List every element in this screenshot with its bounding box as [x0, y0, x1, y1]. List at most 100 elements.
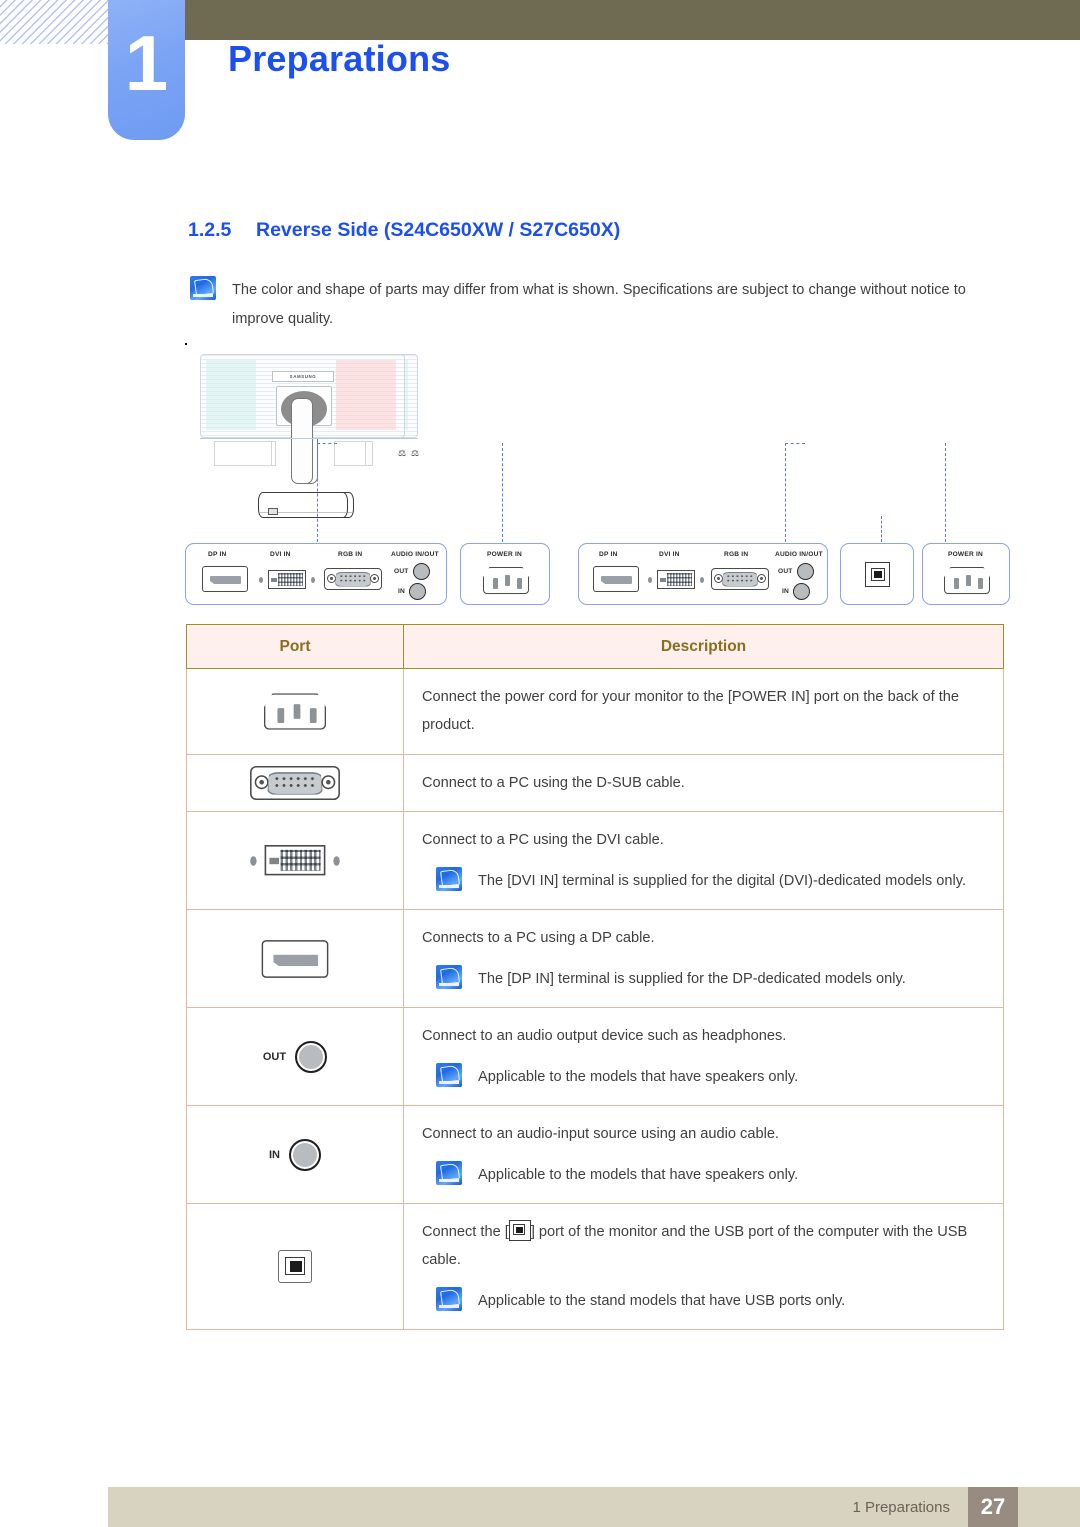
audio-in-jack-icon	[409, 583, 426, 600]
description-text: Connect to an audio-input source using a…	[422, 1126, 779, 1143]
rgb-dsub-port-icon	[250, 766, 340, 801]
dp-in-port-icon	[261, 939, 329, 978]
note-icon	[436, 964, 462, 989]
port-label-rgb-in: RGB IN	[338, 551, 363, 558]
note-text: Applicable to the models that have speak…	[478, 1068, 799, 1085]
column-header-description: Description	[403, 624, 1004, 669]
audio-out-sub-label: OUT	[778, 568, 793, 575]
port-cell	[186, 668, 404, 755]
dp-in-connector-icon	[202, 566, 248, 592]
usb-inline-icon	[508, 1219, 531, 1241]
audio-out-label: OUT	[262, 1050, 287, 1063]
port-label-dvi-in: DVI IN	[270, 551, 291, 558]
header-accent-bar	[185, 0, 1080, 40]
port-label-power-in: POWER IN	[948, 551, 983, 558]
note-icon	[436, 1286, 462, 1311]
note-text: The [DP IN] terminal is supplied for the…	[478, 970, 906, 987]
port-cell	[186, 811, 404, 911]
port-label-power-in: POWER IN	[487, 551, 522, 558]
audio-out-jack-icon	[295, 1040, 328, 1073]
document-page: 1 Preparations 1.2.5 Reverse Side (S24C6…	[0, 0, 1080, 1527]
description-note: Applicable to the models that have speak…	[422, 1062, 989, 1091]
dvi-in-connector-icon	[647, 568, 705, 592]
dvi-in-connector-icon	[258, 568, 316, 592]
table-row: Connect the power cord for your monitor …	[186, 668, 1004, 755]
section-title: Reverse Side (S24C650XW / S27C650X)	[256, 219, 621, 241]
description-text: Connect to an audio output device such a…	[422, 1028, 787, 1045]
decorative-hatch-pattern	[0, 0, 108, 44]
port-cell	[186, 753, 404, 813]
port-group-left-main: DP IN DVI IN RGB IN AUDIO IN/OUT OUT IN	[185, 543, 447, 605]
dp-in-connector-icon	[593, 566, 639, 592]
port-label-dp-in: DP IN	[208, 551, 227, 558]
reverse-side-diagrams: SAMSUNG ⚖ SAMSUNG ⚖	[185, 343, 1010, 613]
note-icon	[436, 1062, 462, 1087]
note-icon	[436, 866, 462, 891]
monitor-right-illustration: SAMSUNG ⚖	[185, 343, 406, 518]
description-note: The [DVI IN] terminal is supplied for th…	[422, 866, 989, 895]
port-group-right-main: DP IN DVI IN RGB IN AUDIO IN/OUT OUT IN	[578, 543, 828, 605]
section-number: 1.2.5	[188, 219, 232, 241]
description-cell: Connect to a PC using the DVI cable. The…	[403, 811, 1004, 911]
audio-in-label: IN	[269, 1148, 280, 1161]
port-label-dvi-in: DVI IN	[659, 551, 680, 558]
rgb-in-connector-icon	[711, 568, 769, 590]
port-cell	[186, 1202, 404, 1331]
callout-line	[881, 516, 882, 542]
port-group-right-usb	[840, 543, 914, 605]
section-heading: 1.2.5 Reverse Side (S24C650XW / S27C650X…	[188, 219, 620, 242]
page-title: Preparations	[228, 38, 451, 79]
audio-in-sub-label: IN	[398, 588, 405, 595]
port-label-dp-in: DP IN	[599, 551, 618, 558]
intro-note-text: The color and shape of parts may differ …	[232, 282, 966, 328]
table-row: Connects to a PC using a DP cable. The […	[186, 909, 1004, 1009]
description-cell: Connect to a PC using the D-SUB cable.	[403, 753, 1004, 813]
table-header-row: Port Description	[186, 624, 1004, 669]
callout-line	[785, 443, 805, 444]
intro-note: The color and shape of parts may differ …	[190, 276, 980, 334]
description-cell: Connect to an audio output device such a…	[403, 1007, 1004, 1107]
callout-line	[317, 443, 337, 444]
table-row: IN Connect to an audio-input source usin…	[186, 1105, 1004, 1204]
description-cell: Connect the [] port of the monitor and t…	[403, 1202, 1004, 1331]
callout-line	[502, 443, 503, 542]
footer-chapter-label: 1 Preparations	[852, 1499, 950, 1516]
port-group-left-power: POWER IN	[460, 543, 550, 605]
port-label-audio-in-out: AUDIO IN/OUT	[391, 551, 439, 558]
description-note: Applicable to the models that have speak…	[422, 1160, 989, 1189]
port-label-rgb-in: RGB IN	[724, 551, 749, 558]
dvi-in-port-icon	[249, 842, 342, 880]
audio-in-jack-icon	[289, 1138, 321, 1171]
usb-desc-prefix: Connect the [	[422, 1223, 509, 1240]
monitor-logo-right: SAMSUNG	[272, 371, 334, 382]
power-in-connector-icon	[483, 567, 529, 594]
chapter-number-chip: 1	[108, 0, 185, 140]
power-in-port-icon	[263, 693, 327, 730]
audio-out-jack-icon	[412, 563, 430, 580]
port-cell: IN	[186, 1105, 404, 1204]
power-in-connector-icon	[944, 567, 990, 594]
note-icon	[436, 1160, 462, 1185]
note-text: Applicable to the models that have speak…	[478, 1166, 799, 1183]
ports-table: Port Description Connect the power cord …	[186, 624, 1004, 1331]
footer-page-number: 27	[968, 1487, 1018, 1527]
audio-out-sub-label: OUT	[394, 568, 409, 575]
callout-line	[785, 443, 786, 542]
description-text: Connect to a PC using the DVI cable.	[422, 832, 664, 849]
table-row: OUT Connect to an audio output device su…	[186, 1007, 1004, 1107]
usb-upstream-connector-icon	[865, 562, 890, 587]
note-text: Applicable to the stand models that have…	[478, 1292, 846, 1309]
description-cell: Connect the power cord for your monitor …	[403, 668, 1004, 755]
audio-out-jack-icon	[796, 563, 814, 580]
callout-line	[945, 443, 946, 542]
rgb-in-connector-icon	[324, 568, 382, 590]
description-text: Connect the power cord for your monitor …	[422, 689, 959, 734]
note-text: The [DVI IN] terminal is supplied for th…	[478, 872, 967, 889]
table-row: Connect the [] port of the monitor and t…	[186, 1202, 1004, 1331]
description-text: Connects to a PC using a DP cable.	[422, 930, 655, 947]
description-note: The [DP IN] terminal is supplied for the…	[422, 964, 989, 993]
note-icon	[190, 276, 216, 300]
description-text: Connect to a PC using the D-SUB cable.	[422, 774, 685, 791]
audio-in-jack-icon	[793, 583, 810, 600]
description-note: Applicable to the stand models that have…	[422, 1286, 989, 1315]
